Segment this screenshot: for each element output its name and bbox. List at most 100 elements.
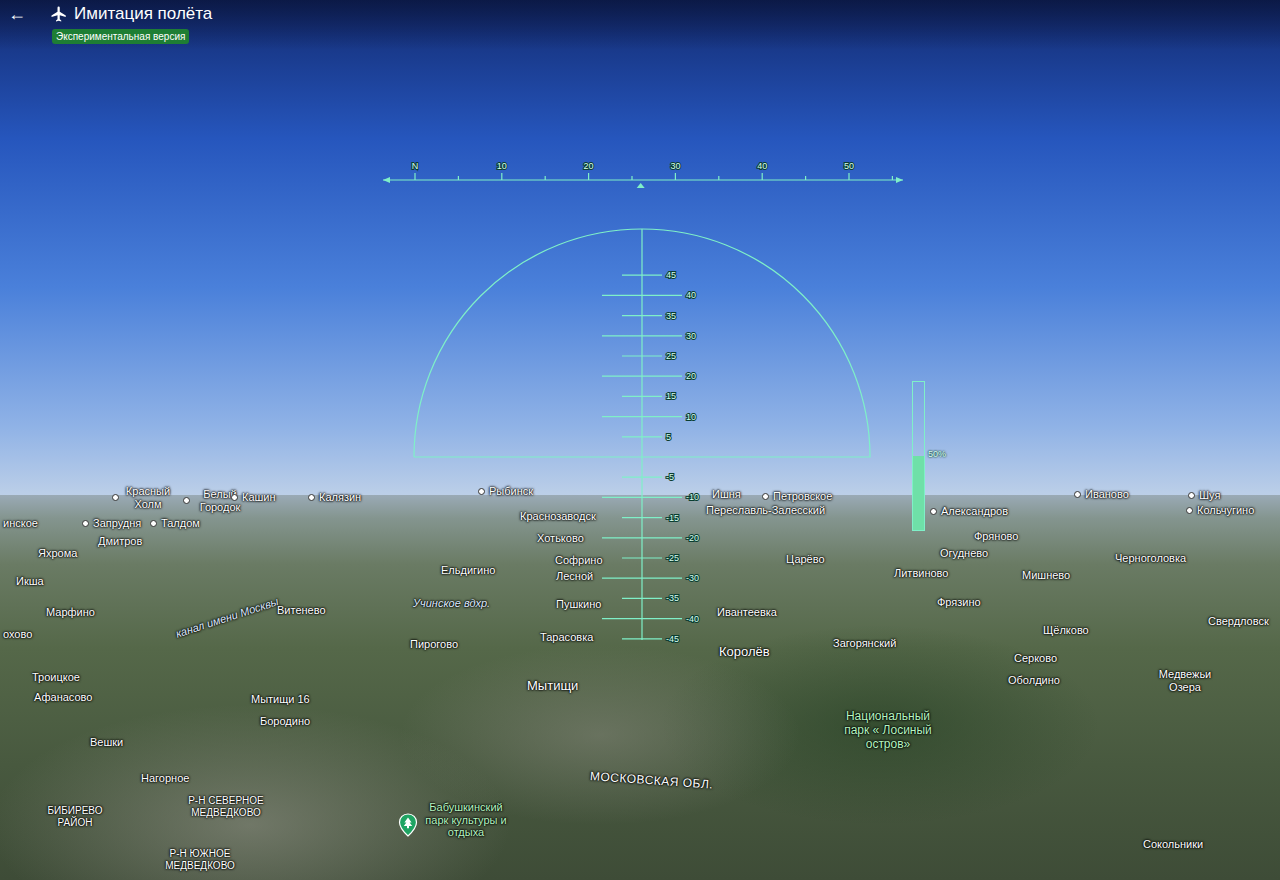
map-label[interactable]: Красный Холм [112, 485, 173, 510]
map-label[interactable]: Фрязино [937, 596, 981, 609]
heading-marker-icon [637, 183, 645, 188]
town-dot-icon [1188, 492, 1195, 499]
map-label[interactable]: Щёлково [1043, 624, 1089, 637]
map-label[interactable]: Кашин [231, 491, 276, 504]
map-label[interactable]: Белый Городок [183, 488, 246, 513]
map-label[interactable]: Царёво [786, 553, 825, 566]
map-label[interactable]: инское [3, 517, 38, 530]
map-label[interactable]: Ельдигино [441, 564, 495, 577]
map-label[interactable]: Афанасово [34, 691, 92, 704]
map-label[interactable]: Марфино [46, 606, 95, 619]
map-label[interactable]: Р-Н ЮЖНОЕ МЕДВЕДКОВО [150, 848, 250, 871]
map-label[interactable]: Медвежьи Озера [1150, 668, 1220, 693]
map-label[interactable]: Витенево [277, 604, 326, 617]
svg-text:30: 30 [686, 331, 696, 341]
pitch-mark: -45 [622, 634, 679, 644]
pitch-mark: -35 [622, 593, 679, 603]
map-label[interactable]: Литвиново [894, 567, 948, 580]
map-label[interactable]: Талдом [150, 517, 200, 530]
map-label[interactable]: Яхрома [38, 547, 77, 560]
map-label[interactable]: Серково [1014, 652, 1057, 665]
map-label[interactable]: МОСКОВСКАЯ ОБЛ. [590, 770, 714, 792]
pitch-mark: 45 [622, 270, 676, 280]
map-label[interactable]: Учинское вдхр. [413, 597, 490, 610]
map-label[interactable]: Александров [930, 505, 1008, 518]
map-label[interactable]: Иваново [1074, 488, 1129, 501]
svg-text:40: 40 [686, 290, 696, 300]
map-label[interactable]: Загорянский [833, 637, 896, 650]
map-label[interactable]: Петровское [762, 490, 832, 503]
map-label[interactable]: Запрудня [82, 517, 141, 530]
heading-tape: N1020304050 [383, 161, 903, 188]
town-dot-icon [112, 494, 119, 501]
map-label[interactable]: Рыбинск [478, 485, 533, 498]
map-label[interactable]: Ишня [712, 488, 741, 501]
map-label[interactable]: Ивантеевка [717, 606, 777, 619]
map-label[interactable]: Мытищи [527, 679, 578, 694]
map-label[interactable]: Сокольники [1143, 838, 1203, 851]
map-label[interactable]: Мишнево [1022, 569, 1070, 582]
svg-text:20: 20 [686, 371, 696, 381]
map-label[interactable]: Фряново [974, 530, 1018, 543]
map-label[interactable]: Переславль-Залесский [706, 504, 825, 517]
svg-text:40: 40 [757, 161, 767, 171]
map-label[interactable]: Огуднево [940, 547, 988, 560]
svg-text:-20: -20 [686, 533, 699, 543]
left-arrow-icon [383, 177, 390, 183]
pitch-mark: 15 [622, 391, 676, 401]
map-label[interactable]: Дмитров [98, 535, 142, 548]
map-label[interactable]: Шуя [1188, 489, 1220, 502]
town-dot-icon [183, 497, 190, 504]
map-label[interactable]: Черноголовка [1115, 552, 1186, 565]
svg-text:-15: -15 [666, 513, 679, 523]
map-label[interactable]: Софрино [555, 554, 603, 567]
map-label[interactable]: Хотьково [537, 532, 584, 545]
map-label[interactable]: Бородино [260, 715, 310, 728]
heading-mark: 20 [584, 161, 594, 180]
town-dot-icon [1186, 507, 1193, 514]
svg-text:-35: -35 [666, 593, 679, 603]
map-label[interactable]: канал имени Москвы [174, 595, 280, 640]
map-label[interactable]: Королёв [719, 645, 770, 660]
town-dot-icon [478, 488, 485, 495]
town-dot-icon [1074, 491, 1081, 498]
map-label[interactable]: Тарасовка [540, 631, 593, 644]
map-label[interactable]: Мытищи 16 [251, 693, 310, 706]
map-label[interactable]: охово [3, 628, 32, 641]
park-pin-icon[interactable] [398, 813, 418, 837]
map-label[interactable]: Бабушкинский парк культуры и отдыха [398, 801, 508, 839]
svg-text:-5: -5 [666, 472, 674, 482]
map-label[interactable]: Икша [16, 575, 44, 588]
map-label[interactable]: Оболдино [1008, 674, 1060, 687]
map-label[interactable]: Нагорное [141, 772, 189, 785]
throttle-bar[interactable] [912, 381, 925, 531]
map-label[interactable]: Лесной [556, 570, 593, 583]
pitch-mark: 30 [602, 331, 696, 341]
pitch-mark: -30 [602, 573, 699, 583]
map-label[interactable]: Калязин [308, 491, 361, 504]
map-label[interactable]: Р-Н СЕВЕРНОЕ МЕДВЕДКОВО [176, 795, 276, 818]
map-label[interactable]: Свердловск [1208, 615, 1269, 628]
heading-mark: 10 [497, 161, 507, 180]
map-label[interactable]: Вешки [90, 736, 123, 749]
svg-text:35: 35 [666, 311, 676, 321]
map-label[interactable]: Краснозаводск [520, 510, 596, 523]
pitch-mark: 20 [602, 371, 696, 381]
experimental-badge: Экспериментальная версия [52, 29, 189, 44]
throttle-fill [913, 456, 924, 530]
svg-text:10: 10 [686, 412, 696, 422]
right-arrow-icon [896, 177, 903, 183]
map-label[interactable]: Кольчугино [1186, 504, 1254, 517]
back-button[interactable]: ← [8, 3, 44, 25]
svg-text:N: N [412, 161, 419, 171]
svg-text:30: 30 [670, 161, 680, 171]
top-bar: ←Имитация полётаЭкспериментальная версия [0, 0, 1280, 50]
map-label[interactable]: Национальный парк « Лосиный остров» [838, 710, 938, 751]
map-label[interactable]: Пирогово [410, 638, 458, 651]
svg-text:20: 20 [584, 161, 594, 171]
map-label[interactable]: Троицкое [32, 671, 80, 684]
flight-simulator[interactable]: Красный Холм Белый ГородокКашин Калязин Рыб… [0, 0, 1280, 880]
town-dot-icon [231, 494, 238, 501]
map-label[interactable]: БИБИРЕВО РАЙОН [40, 805, 110, 828]
map-label[interactable]: Пушкино [556, 598, 601, 611]
